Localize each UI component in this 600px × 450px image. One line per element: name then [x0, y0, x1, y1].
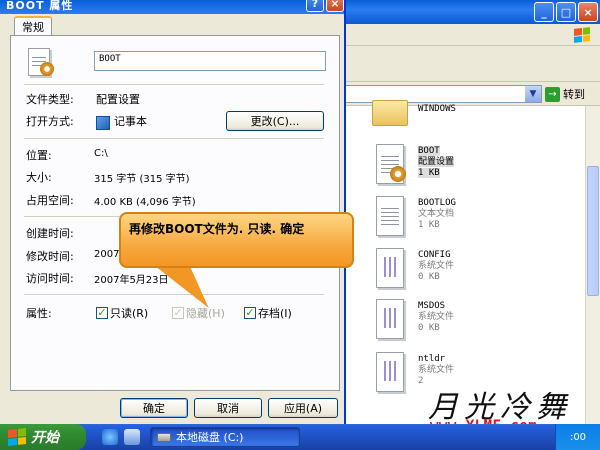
explorer-close-button[interactable]: × — [578, 2, 598, 22]
modified-value: 2007 — [94, 249, 120, 260]
apply-button[interactable]: 应用(A) — [268, 398, 338, 418]
file-type-label: 文件类型: — [26, 93, 74, 106]
hidden-checkbox: ✓ — [172, 306, 184, 319]
explorer-menubar — [345, 24, 600, 46]
file-name: BOOT — [418, 146, 440, 156]
size-value: 315 字节 (315 字节) — [94, 174, 190, 185]
file-size: 1 KB — [418, 168, 440, 178]
taskbar-item-local-disk[interactable]: 本地磁盘 (C:) — [150, 427, 300, 447]
clock: :00 — [569, 431, 587, 443]
file-type: 配置设置 — [418, 157, 455, 167]
file-type: 系统文件 — [418, 312, 455, 322]
file-item-msdos[interactable]: MSDOS 系统文件 0 KB — [372, 297, 582, 347]
tab-general[interactable]: 常规 — [14, 16, 52, 36]
file-item-bootlog[interactable]: BOOTLOG 文本文档 1 KB — [372, 194, 582, 244]
opens-with-label: 打开方式: — [26, 115, 74, 128]
file-size: 0 KB — [418, 323, 440, 333]
file-type-value: 配置设置 — [96, 93, 140, 106]
config-file-icon — [372, 144, 408, 186]
modified-label: 修改时间: — [26, 250, 74, 263]
dialog-title: BOOT 属性 — [6, 0, 74, 12]
system-file-icon — [372, 248, 408, 290]
filename-input[interactable]: BOOT — [94, 51, 326, 71]
readonly-label[interactable]: 只读(R) — [110, 305, 148, 321]
windows-logo-icon — [568, 24, 596, 47]
config-file-icon — [28, 48, 58, 78]
size-on-disk-label: 占用空间: — [26, 194, 74, 207]
drive-icon — [157, 432, 171, 442]
system-tray: :00 — [555, 424, 600, 450]
help-button[interactable]: ? — [306, 0, 324, 12]
start-label: 开始 — [31, 430, 59, 446]
file-name: BOOTLOG — [418, 198, 456, 208]
file-name: CONFIG — [418, 250, 451, 260]
scrollbar[interactable] — [585, 106, 600, 424]
location-label: 位置: — [26, 149, 52, 162]
file-type: 系统文件 — [418, 261, 455, 271]
created-label: 创建时间: — [26, 227, 74, 240]
dialog-titlebar[interactable]: BOOT 属性 ? × — [0, 0, 344, 14]
folder-icon — [372, 100, 408, 142]
taskbar: 开始 本地磁盘 (C:) :00 — [0, 424, 600, 450]
file-item-config[interactable]: CONFIG 系统文件 0 KB — [372, 246, 582, 296]
callout-text: 再修改BOOT文件为. 只读. 确定 — [129, 222, 305, 236]
ok-button[interactable]: 确定 — [120, 398, 188, 418]
divider — [24, 138, 324, 140]
file-type: 文本文档 — [418, 209, 455, 219]
archive-label[interactable]: 存档(I) — [258, 305, 292, 321]
archive-checkbox[interactable]: ✓ — [244, 307, 256, 319]
watermark-calligraphy: 月光冷舞 — [428, 390, 572, 425]
file-item-windows[interactable]: WINDOWS — [372, 98, 582, 148]
file-item-boot[interactable]: BOOT 配置设置 1 KB — [372, 142, 582, 192]
taskbar-item-label: 本地磁盘 (C:) — [176, 431, 244, 444]
file-name: ntldr — [418, 354, 446, 364]
explorer-toolbar — [345, 46, 600, 82]
windows-logo-icon — [8, 428, 26, 446]
scroll-thumb[interactable] — [587, 166, 599, 296]
system-file-icon — [372, 299, 408, 341]
file-name: MSDOS — [418, 301, 446, 311]
file-name: WINDOWS — [418, 104, 456, 114]
opens-with-value: 记事本 — [114, 115, 147, 128]
file-type: 系统文件 — [418, 365, 455, 375]
dialog-close-button[interactable]: × — [326, 0, 344, 12]
text-document-icon — [372, 196, 408, 238]
size-label: 大小: — [26, 171, 52, 184]
location-value: C:\ — [94, 148, 108, 159]
divider — [24, 84, 324, 86]
maximize-button[interactable]: □ — [556, 2, 576, 22]
change-button[interactable]: 更改(C)... — [226, 111, 324, 131]
tutorial-callout: 再修改BOOT文件为. 只读. 确定 — [119, 212, 354, 268]
desktop-icon[interactable] — [124, 429, 140, 445]
cancel-button[interactable]: 取消 — [194, 398, 262, 418]
size-on-disk-value: 4.00 KB (4,096 字节) — [94, 197, 196, 208]
notepad-icon — [96, 116, 110, 130]
system-file-icon — [372, 352, 408, 394]
file-size: 1 KB — [418, 220, 440, 230]
ie-icon[interactable] — [102, 429, 118, 445]
accessed-label: 访问时间: — [26, 272, 74, 285]
minimize-button[interactable]: _ — [534, 2, 554, 22]
readonly-checkbox[interactable]: ✓ — [96, 307, 108, 319]
file-size: 0 KB — [418, 272, 440, 282]
start-button[interactable]: 开始 — [0, 424, 86, 450]
attributes-label: 属性: — [26, 307, 52, 320]
